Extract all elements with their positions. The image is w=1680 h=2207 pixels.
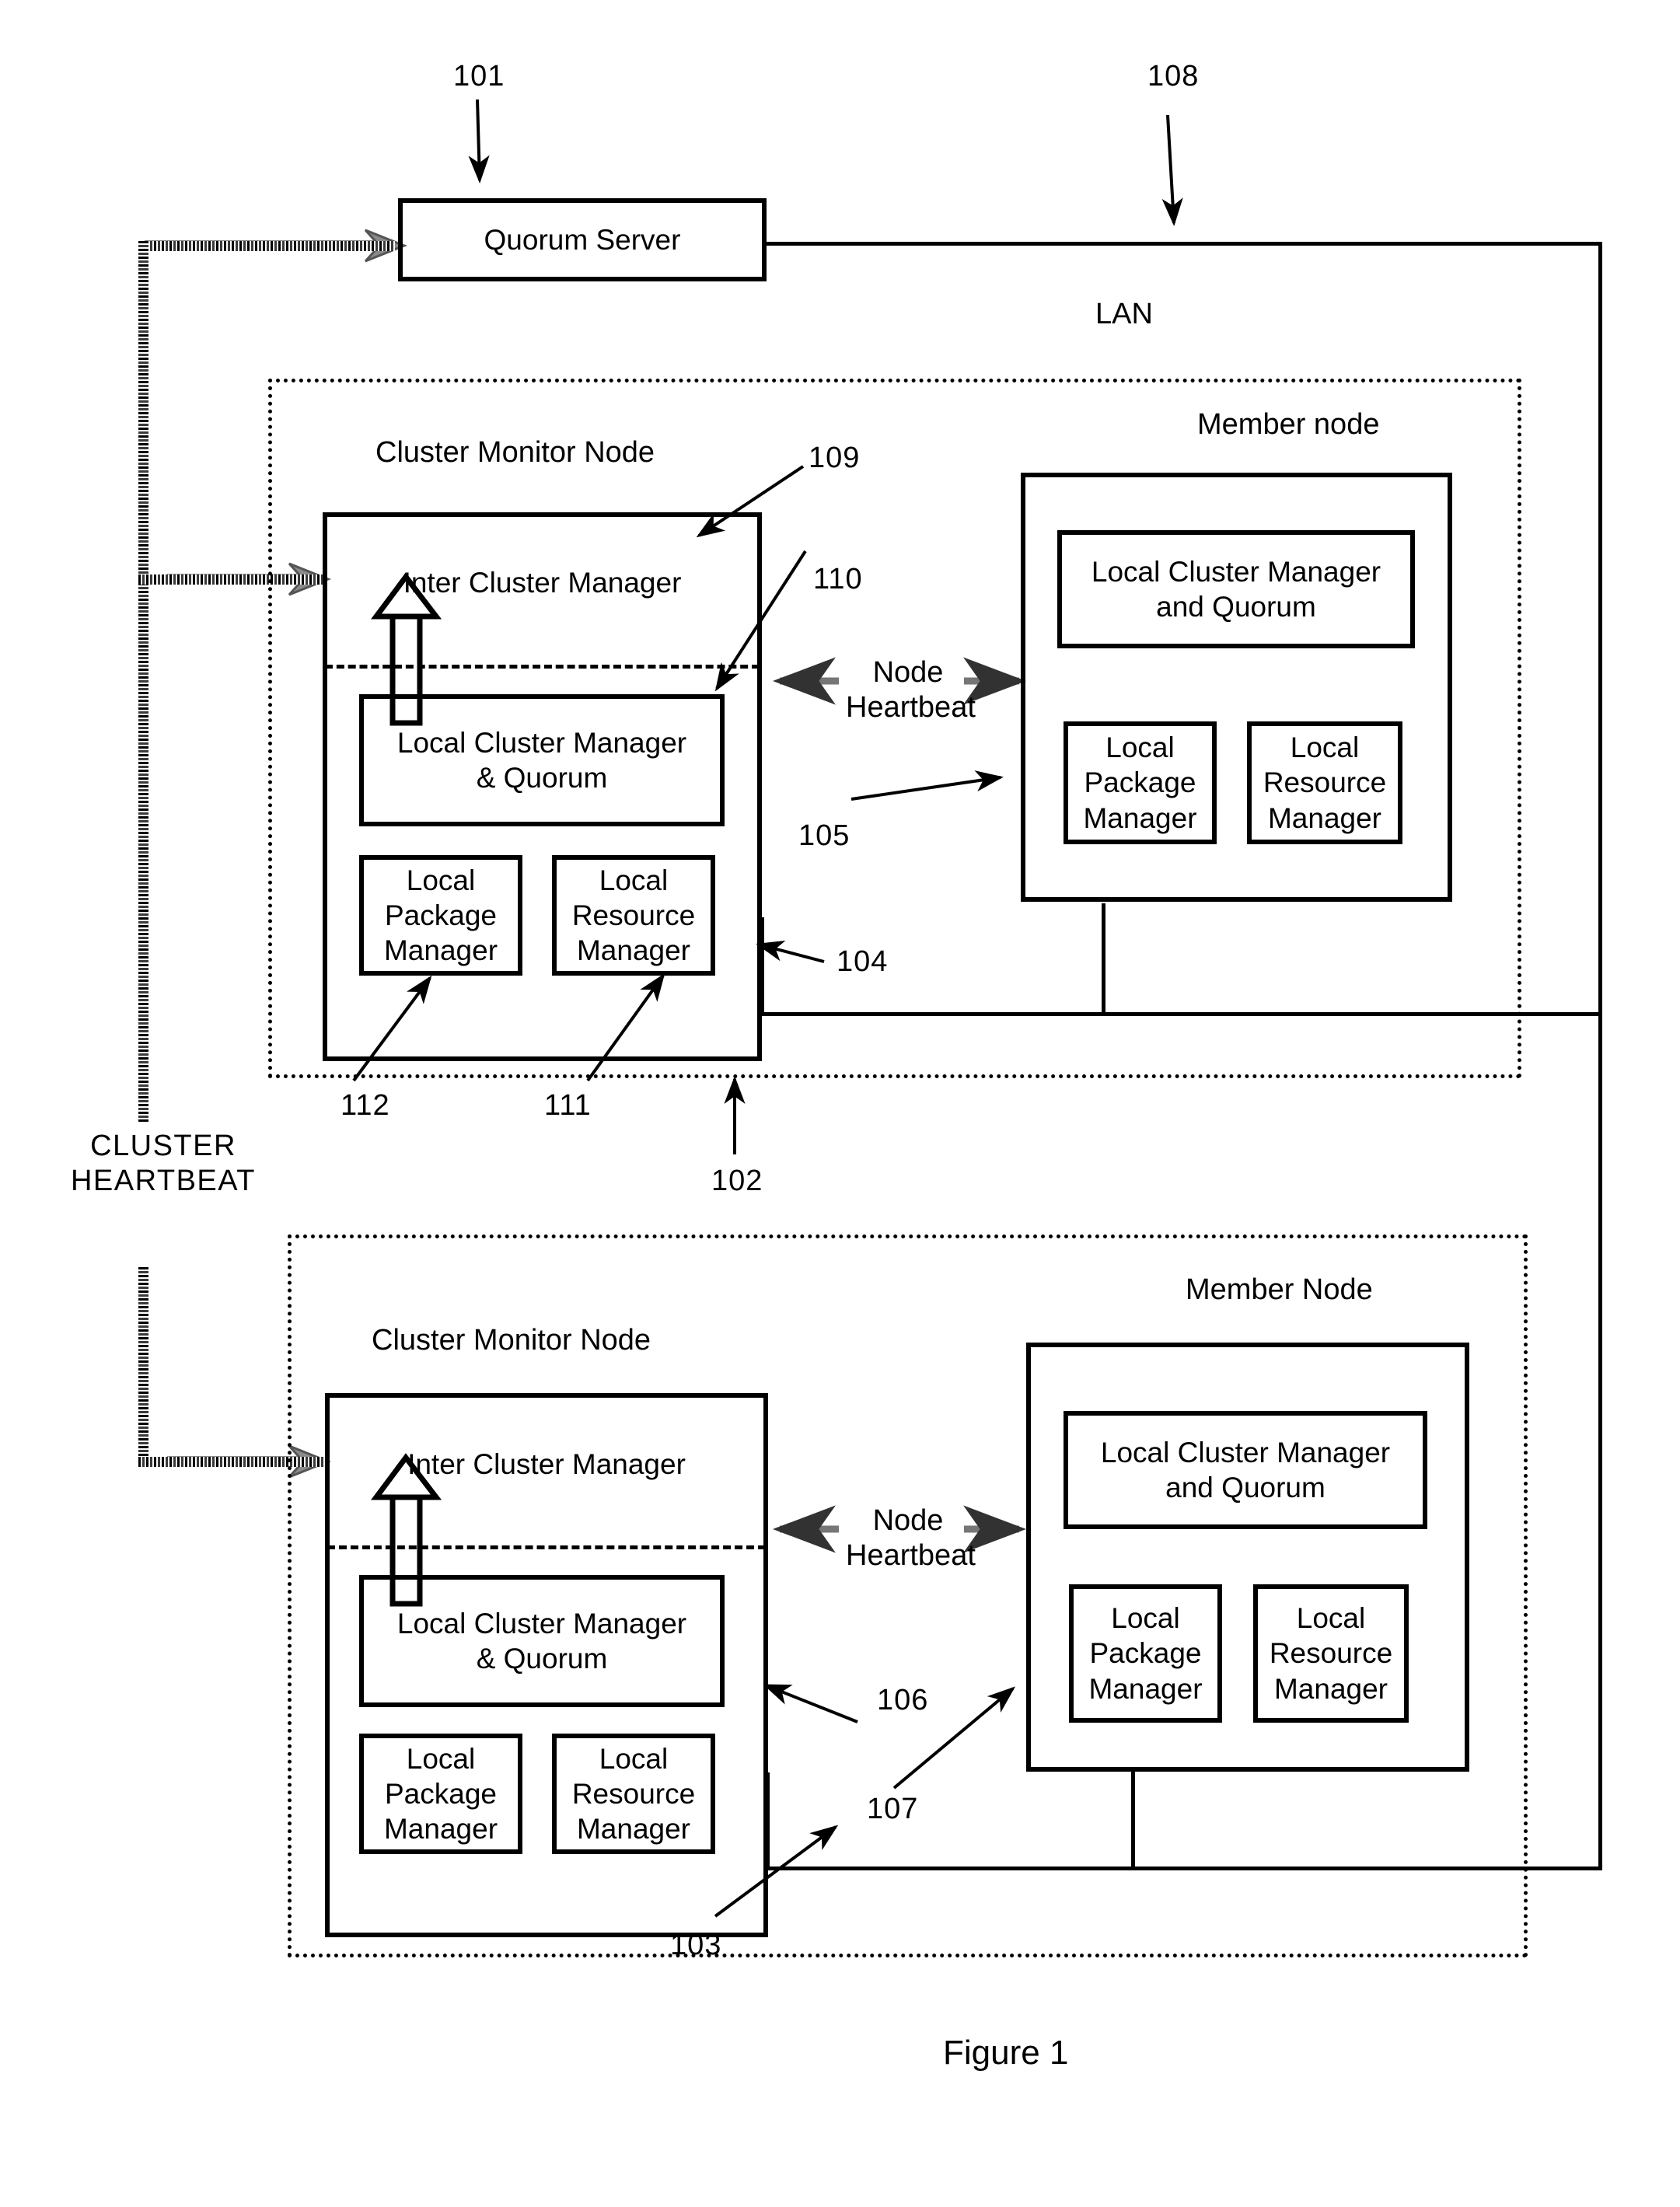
ref-109: 109 xyxy=(809,442,861,474)
local-package-manager-upper-label: Local Package Manager xyxy=(383,864,498,967)
cluster-heartbeat-vertical xyxy=(138,241,148,1123)
member-local-resource-manager-lower-label: Local Resource Manager xyxy=(1269,1602,1393,1705)
monitor-node-upper-divider xyxy=(325,665,760,669)
member-local-cluster-manager-upper-box[interactable]: Local Cluster Manager and Quorum xyxy=(1057,530,1415,648)
ref-106: 106 xyxy=(877,1684,929,1716)
local-cluster-manager-lower-label: Local Cluster Manager & Quorum xyxy=(396,1607,687,1674)
local-resource-manager-lower-box[interactable]: Local Resource Manager xyxy=(552,1734,715,1854)
local-cluster-manager-lower-box[interactable]: Local Cluster Manager & Quorum xyxy=(359,1575,725,1707)
cluster-heartbeat-label: CLUSTER HEARTBEAT xyxy=(47,1129,280,1199)
ref-112: 112 xyxy=(341,1089,390,1122)
cluster-heartbeat-top-segment xyxy=(138,241,395,251)
node-heartbeat-lower-text: Node Heartbeat xyxy=(846,1504,976,1572)
local-resource-manager-upper-label: Local Resource Manager xyxy=(571,864,696,967)
local-cluster-manager-upper-label: Local Cluster Manager & Quorum xyxy=(396,726,687,794)
local-package-manager-lower-label: Local Package Manager xyxy=(383,1742,498,1846)
member-local-resource-manager-lower-box[interactable]: Local Resource Manager xyxy=(1253,1584,1409,1723)
local-cluster-manager-upper-box[interactable]: Local Cluster Manager & Quorum xyxy=(359,694,725,826)
figure-caption: Figure 1 xyxy=(943,2034,1069,2072)
member-node-lower-title: Member Node xyxy=(1186,1273,1373,1306)
cluster-monitor-node-upper-title: Cluster Monitor Node xyxy=(375,436,655,469)
member-local-resource-manager-upper-box[interactable]: Local Resource Manager xyxy=(1247,721,1402,844)
member-local-resource-manager-upper-label: Local Resource Manager xyxy=(1263,732,1387,834)
ref-108: 108 xyxy=(1147,60,1200,93)
quorum-server-box[interactable]: Quorum Server xyxy=(398,198,767,281)
cluster-monitor-node-lower-title: Cluster Monitor Node xyxy=(372,1324,651,1357)
cluster-heartbeat-text: CLUSTER HEARTBEAT xyxy=(70,1130,257,1197)
lan-label: LAN xyxy=(1095,298,1153,330)
patent-figure-page: CLUSTER HEARTBEAT 101 Quorum Server 108 … xyxy=(0,0,1680,2207)
local-package-manager-lower-box[interactable]: Local Package Manager xyxy=(359,1734,522,1854)
cluster-heartbeat-vertical-lower xyxy=(138,1267,148,1465)
ref-104: 104 xyxy=(837,945,889,978)
local-resource-manager-upper-box[interactable]: Local Resource Manager xyxy=(552,855,715,976)
ref-105: 105 xyxy=(798,819,850,852)
member-local-cluster-manager-lower-label: Local Cluster Manager and Quorum xyxy=(1100,1436,1391,1503)
member-local-package-manager-upper-box[interactable]: Local Package Manager xyxy=(1064,721,1217,844)
lan-top-line xyxy=(767,242,1602,246)
ref-101: 101 xyxy=(453,60,505,93)
member-local-package-manager-lower-label: Local Package Manager xyxy=(1088,1602,1203,1705)
member-local-package-manager-upper-label: Local Package Manager xyxy=(1083,732,1197,834)
lan-right-vertical xyxy=(1598,242,1602,1870)
inter-cluster-manager-upper-label: Inter Cluster Manager xyxy=(403,567,682,599)
node-heartbeat-upper-label: Node Heartbeat xyxy=(846,655,976,725)
member-local-cluster-manager-upper-label: Local Cluster Manager and Quorum xyxy=(1091,555,1381,623)
local-package-manager-upper-box[interactable]: Local Package Manager xyxy=(359,855,522,976)
member-node-upper-title: Member node xyxy=(1197,408,1380,441)
ref-102: 102 xyxy=(711,1165,763,1197)
ref-107: 107 xyxy=(867,1793,919,1825)
node-heartbeat-upper-text: Node Heartbeat xyxy=(846,656,976,724)
member-local-cluster-manager-lower-box[interactable]: Local Cluster Manager and Quorum xyxy=(1064,1411,1427,1529)
monitor-node-lower-divider xyxy=(327,1545,766,1549)
local-resource-manager-lower-label: Local Resource Manager xyxy=(571,1742,696,1846)
ref-111: 111 xyxy=(544,1089,592,1122)
ref-110: 110 xyxy=(813,563,863,595)
node-heartbeat-lower-label: Node Heartbeat xyxy=(846,1503,976,1573)
inter-cluster-manager-lower-label: Inter Cluster Manager xyxy=(407,1448,686,1480)
quorum-server-label: Quorum Server xyxy=(484,223,681,256)
member-local-package-manager-lower-box[interactable]: Local Package Manager xyxy=(1069,1584,1222,1723)
